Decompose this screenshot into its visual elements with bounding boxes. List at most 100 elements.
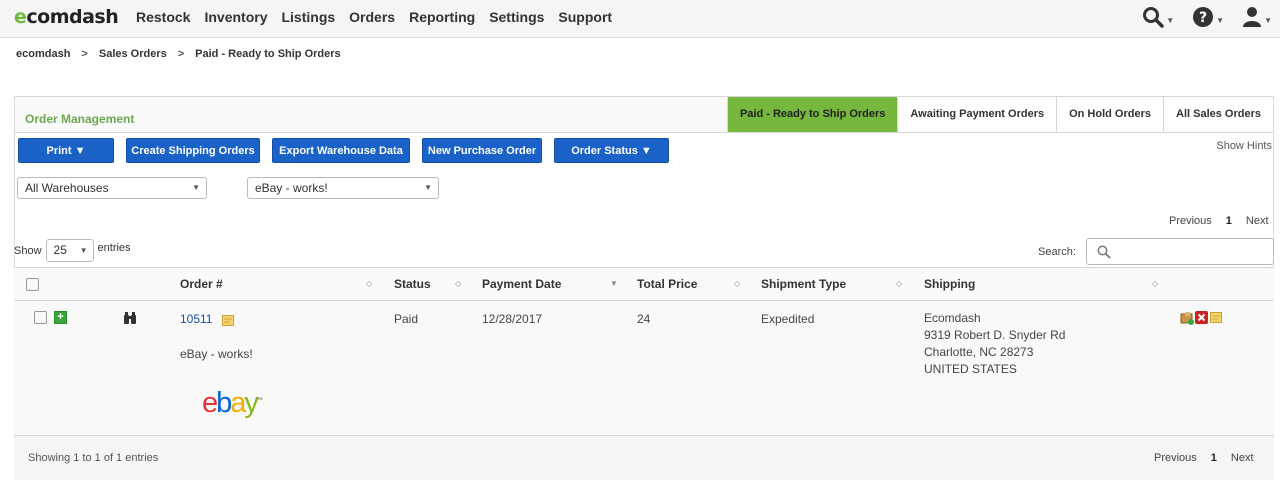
nav-inventory[interactable]: Inventory	[204, 9, 267, 25]
address-line: UNITED STATES	[924, 362, 1017, 376]
entries-length-select[interactable]: 25 ▼	[45, 239, 94, 262]
breadcrumb-sales-orders[interactable]: Sales Orders	[99, 48, 167, 60]
channel-select-value: eBay - works!	[255, 181, 328, 195]
breadcrumb: ecomdash > Sales Orders > Paid - Ready t…	[16, 48, 341, 60]
table-header: Order # ◇ Status ◇ Payment Date ▼ Total …	[14, 267, 1274, 301]
logo-prefix: e	[14, 6, 27, 28]
sort-desc-icon[interactable]: ▼	[610, 279, 618, 288]
search-field[interactable]	[1086, 238, 1274, 265]
chevron-down-icon: ▼	[1264, 16, 1272, 25]
note-icon[interactable]	[222, 315, 234, 326]
pagination-top: Previous 1 Next	[1169, 215, 1269, 227]
shipping-address: Ecomdash 9319 Robert D. Snyder Rd Charlo…	[924, 310, 1065, 378]
chevron-down-icon: ▼	[1166, 16, 1175, 25]
breadcrumb-separator: >	[177, 48, 185, 60]
select-all-checkbox[interactable]	[26, 278, 39, 291]
nav-restock[interactable]: Restock	[136, 9, 190, 25]
nav-support[interactable]: Support	[558, 9, 612, 25]
breadcrumb-current: Paid - Ready to Ship Orders	[195, 48, 341, 60]
trademark-mark: ™	[256, 397, 263, 404]
table-row: + 10511 eBay - works! ebay™ Paid 12/28/2…	[14, 301, 1274, 436]
main-menu: Restock Inventory Listings Orders Report…	[136, 9, 626, 25]
payment-date: 12/28/2017	[482, 312, 543, 326]
tab-awaiting-payment[interactable]: Awaiting Payment Orders	[897, 97, 1057, 132]
show-hints-link[interactable]: Show Hints	[1216, 140, 1272, 152]
page-1-link[interactable]: 1	[1226, 215, 1232, 227]
search-icon	[1143, 7, 1164, 28]
panel-header: Order Management Paid - Ready to Ship Or…	[15, 97, 1273, 133]
entries-length-control: Show 25 ▼ entries	[14, 239, 131, 262]
nav-reporting[interactable]: Reporting	[409, 9, 475, 25]
column-header-total-price[interactable]: Total Price	[637, 277, 697, 291]
column-header-order-number[interactable]: Order #	[180, 277, 223, 291]
chevron-down-icon: ▼	[1216, 16, 1225, 25]
sort-icon[interactable]: ◇	[896, 279, 902, 288]
pagination-bottom: Previous 1 Next	[1154, 452, 1254, 464]
chevron-down-icon: ▼	[424, 183, 432, 192]
note-icon[interactable]	[1210, 312, 1222, 323]
user-menu[interactable]: ▼	[1242, 6, 1272, 28]
sort-icon[interactable]: ◇	[366, 279, 372, 288]
table-footer: Showing 1 to 1 of 1 entries Previous 1 N…	[14, 436, 1274, 480]
chevron-down-icon: ▼	[79, 246, 88, 255]
shipment-type: Expedited	[761, 312, 815, 326]
search-input[interactable]	[1115, 242, 1265, 262]
sort-icon[interactable]: ◇	[1152, 279, 1158, 288]
channel-select[interactable]: eBay - works! ▼	[247, 177, 439, 199]
help-menu[interactable]: ? ▼	[1192, 6, 1224, 28]
cancel-order-icon[interactable]	[1195, 311, 1208, 324]
ship-package-icon[interactable]	[1180, 311, 1194, 325]
order-status: Paid	[394, 312, 419, 326]
create-shipping-orders-button[interactable]: Create Shipping Orders	[126, 138, 260, 163]
address-line: Charlotte, NC 28273	[924, 345, 1034, 359]
next-page-link[interactable]: Next	[1231, 452, 1254, 464]
order-channel: eBay - works!	[180, 347, 253, 361]
ebay-logo: ebay™	[202, 387, 263, 420]
next-page-link[interactable]: Next	[1246, 215, 1269, 227]
print-button[interactable]: Print ▼	[18, 138, 114, 163]
page-1-link[interactable]: 1	[1211, 452, 1217, 464]
breadcrumb-home[interactable]: ecomdash	[16, 48, 70, 60]
nav-icon-group: ▼ ? ▼ ▼	[1142, 6, 1272, 28]
search-menu[interactable]: ▼	[1142, 6, 1174, 28]
panel-title: Order Management	[25, 112, 135, 126]
order-status-button[interactable]: Order Status ▼	[554, 138, 669, 163]
ebay-logo-b: b	[216, 387, 232, 419]
previous-page-link[interactable]: Previous	[1169, 215, 1212, 227]
sort-icon[interactable]: ◇	[455, 279, 461, 288]
column-header-shipping[interactable]: Shipping	[924, 277, 975, 291]
ebay-logo-y: y	[244, 387, 258, 419]
order-tabs: Paid - Ready to Ship Orders Awaiting Pay…	[726, 97, 1273, 132]
column-header-payment-date[interactable]: Payment Date	[482, 277, 561, 291]
breadcrumb-separator: >	[81, 48, 88, 60]
expand-row-icon[interactable]: +	[54, 311, 67, 324]
row-select-checkbox[interactable]	[34, 311, 47, 324]
tab-all-sales-orders[interactable]: All Sales Orders	[1163, 97, 1273, 132]
entries-info: Showing 1 to 1 of 1 entries	[28, 452, 159, 464]
entries-length-value: 25	[53, 243, 67, 257]
previous-page-link[interactable]: Previous	[1154, 452, 1197, 464]
warehouse-select[interactable]: All Warehouses ▼	[17, 177, 207, 199]
address-line: 9319 Robert D. Snyder Rd	[924, 328, 1066, 342]
nav-orders[interactable]: Orders	[349, 9, 395, 25]
new-purchase-order-button[interactable]: New Purchase Order	[422, 138, 542, 163]
column-header-status[interactable]: Status	[394, 277, 431, 291]
nav-listings[interactable]: Listings	[281, 9, 335, 25]
nav-settings[interactable]: Settings	[489, 9, 544, 25]
tab-on-hold[interactable]: On Hold Orders	[1056, 97, 1163, 132]
export-warehouse-data-button[interactable]: Export Warehouse Data	[272, 138, 410, 163]
chevron-down-icon: ▼	[192, 183, 200, 192]
search-label: Search:	[1038, 246, 1076, 258]
tab-paid-ready-to-ship[interactable]: Paid - Ready to Ship Orders	[726, 97, 898, 132]
show-label: Show	[14, 244, 42, 257]
address-line: Ecomdash	[924, 311, 981, 325]
column-header-shipment-type[interactable]: Shipment Type	[761, 277, 846, 291]
ecomdash-logo[interactable]: ecomdash	[14, 6, 119, 28]
help-icon: ?	[1193, 7, 1214, 27]
svg-text:?: ?	[1199, 10, 1207, 26]
warehouse-select-value: All Warehouses	[25, 181, 109, 195]
ebay-logo-e: e	[202, 387, 218, 419]
order-number-link[interactable]: 10511	[180, 312, 212, 326]
binoculars-icon[interactable]	[123, 311, 137, 325]
sort-icon[interactable]: ◇	[734, 279, 740, 288]
